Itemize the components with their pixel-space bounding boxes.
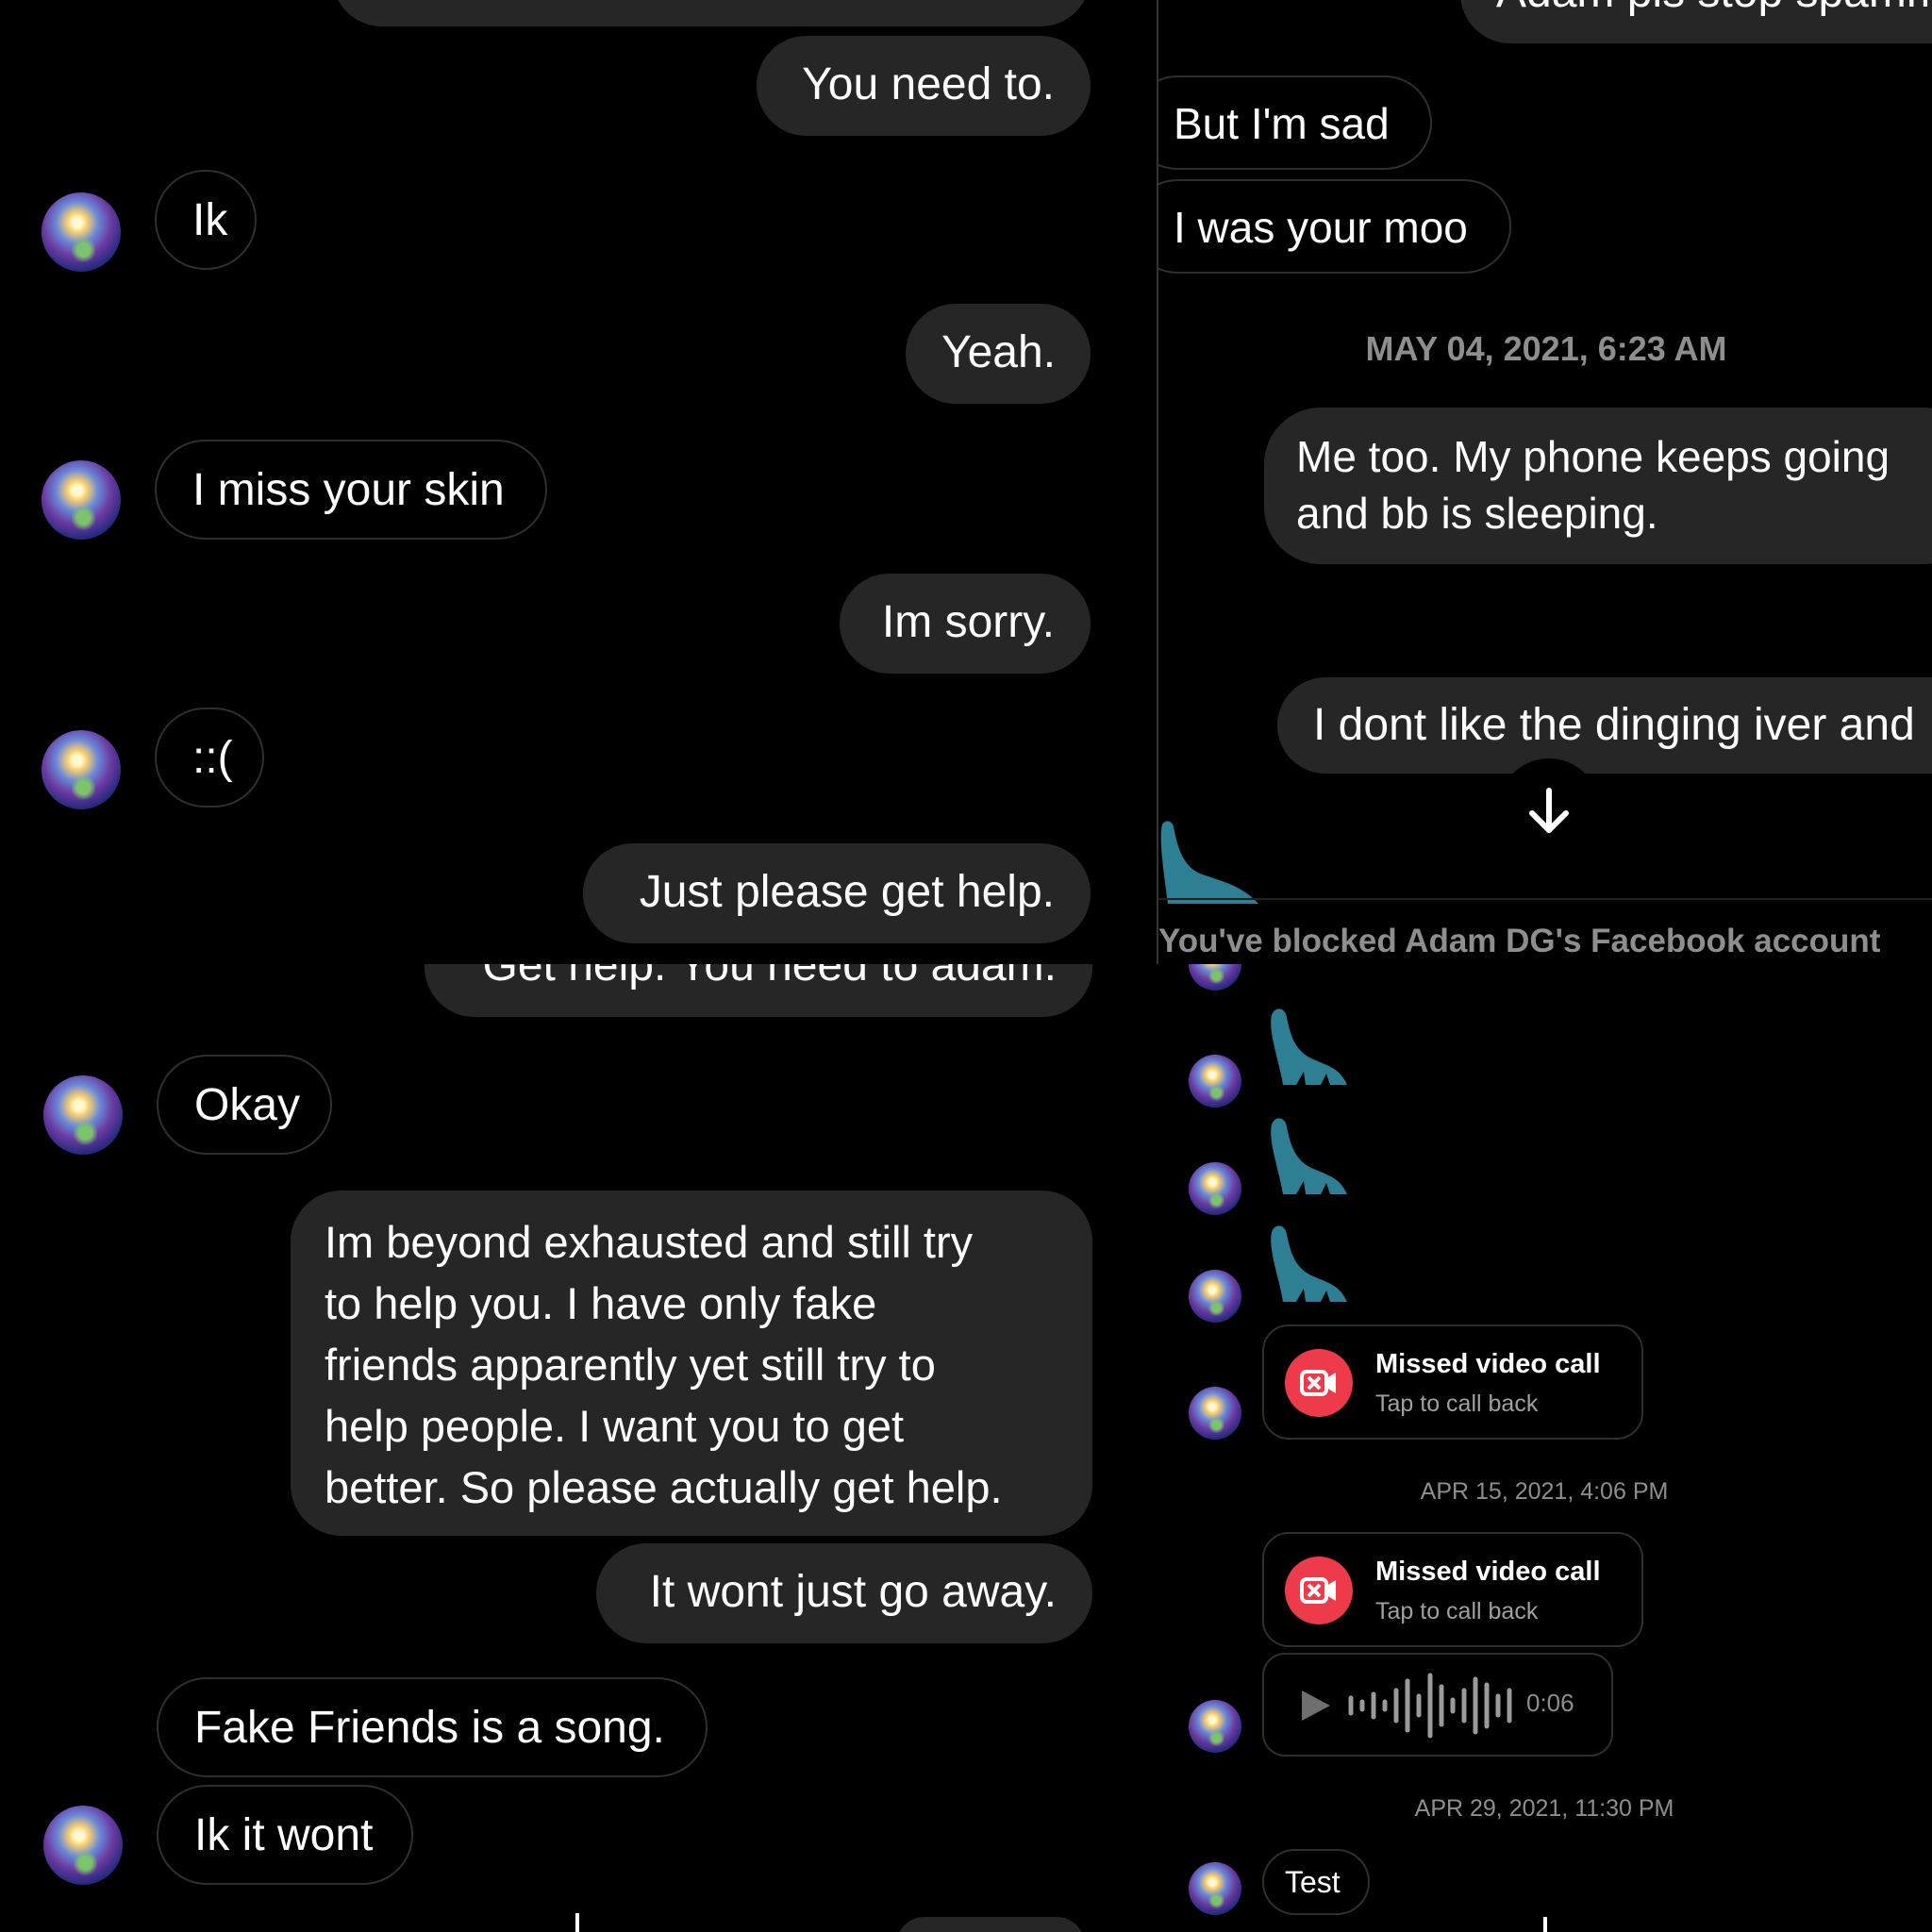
avatar[interactable] xyxy=(1189,1055,1241,1108)
call-title: Missed video call xyxy=(1375,1349,1601,1379)
timestamp: APR 15, 2021, 4:06 PM xyxy=(1420,1478,1669,1505)
play-icon[interactable] xyxy=(1300,1689,1332,1723)
sent-message[interactable]: Just please get help. xyxy=(583,843,1091,943)
dinosaur-sticker xyxy=(1271,1118,1347,1194)
avatar[interactable] xyxy=(43,1075,123,1155)
avatar[interactable] xyxy=(42,192,121,272)
message-line: Im beyond exhausted and still try xyxy=(325,1217,974,1267)
conversation-panel-top-left: You need to. Ik Yeah. I miss your skin I… xyxy=(0,0,1157,964)
arrow-down-icon xyxy=(1529,788,1569,833)
conversation-panel-bottom-right: Missed video call Tap to call back APR 1… xyxy=(1157,964,1932,1932)
panel-divider xyxy=(1158,898,1932,900)
missed-video-call-icon xyxy=(1285,1349,1353,1417)
received-message[interactable]: ::( xyxy=(155,708,264,808)
dinosaur-sticker xyxy=(1160,821,1258,904)
avatar[interactable] xyxy=(1189,1270,1241,1323)
avatar[interactable] xyxy=(1189,1700,1241,1753)
message-line: and bb is sleeping. xyxy=(1296,489,1658,538)
voice-message[interactable]: 0:06 xyxy=(1262,1653,1613,1757)
call-subtitle: Tap to call back xyxy=(1375,1598,1539,1624)
blocked-notice: You've blocked Adam DG's Facebook accoun… xyxy=(1158,923,1881,959)
sent-message-partial[interactable] xyxy=(332,0,1091,26)
sent-message-multiline[interactable]: Im beyond exhausted and still try to hel… xyxy=(291,1191,1092,1536)
partial-divider-bottom xyxy=(1543,1917,1547,1932)
message-line: Me too. My phone keeps going xyxy=(1296,432,1890,481)
waveform-icon xyxy=(1348,1673,1512,1739)
sent-message-partial[interactable]: I dont like the dinging iver and xyxy=(1277,677,1932,774)
sent-message[interactable]: It wont just go away. xyxy=(596,1543,1092,1643)
call-subtitle: Tap to call back xyxy=(1375,1391,1539,1417)
missed-video-call-card[interactable]: Missed video call Tap to call back xyxy=(1262,1532,1643,1647)
timestamp: APR 29, 2021, 11:30 PM xyxy=(1414,1795,1674,1822)
sent-message[interactable]: You need to. xyxy=(757,36,1091,136)
received-message[interactable]: I miss your skin xyxy=(155,440,547,540)
timestamp: MAY 04, 2021, 6:23 AM xyxy=(1365,329,1727,368)
sent-message-partial[interactable]: Get help. You need to adam. xyxy=(425,964,1092,1017)
missed-video-call-card[interactable]: Missed video call Tap to call back xyxy=(1262,1324,1643,1440)
dinosaur-sticker xyxy=(1271,1225,1347,1302)
message-line: to help you. I have only fake xyxy=(325,1278,877,1328)
avatar[interactable] xyxy=(42,460,121,540)
avatar[interactable] xyxy=(1189,1387,1241,1440)
partial-divider-bottom xyxy=(575,1913,579,1932)
message-line: help people. I want you to get xyxy=(325,1401,905,1451)
avatar[interactable] xyxy=(43,1806,123,1885)
avatar[interactable] xyxy=(42,730,121,809)
sent-message-multiline[interactable]: Me too. My phone keeps going and bb is s… xyxy=(1264,408,1932,564)
received-message[interactable]: Fake Friends is a song. xyxy=(157,1677,708,1777)
received-message[interactable]: I was your moo xyxy=(1158,179,1511,274)
partial-bubble-bottom xyxy=(896,1917,1085,1932)
missed-video-call-icon xyxy=(1285,1557,1353,1624)
received-message[interactable]: Okay xyxy=(157,1055,332,1155)
scroll-down-button[interactable] xyxy=(1498,758,1600,860)
received-message[interactable]: But I'm sad xyxy=(1158,75,1432,170)
sent-message[interactable]: Im sorry. xyxy=(840,574,1091,674)
sent-message-partial[interactable]: Adam pls stop spamm xyxy=(1460,0,1932,43)
message-line: friends apparently yet still try to xyxy=(325,1340,936,1390)
dinosaur-sticker xyxy=(1271,1008,1347,1085)
avatar[interactable] xyxy=(1189,964,1241,991)
avatar[interactable] xyxy=(1189,1862,1241,1915)
voice-duration: 0:06 xyxy=(1526,1689,1574,1717)
conversation-panel-bottom-left: Get help. You need to adam. Okay Im beyo… xyxy=(0,964,1157,1932)
avatar[interactable] xyxy=(1189,1162,1241,1215)
sent-message[interactable]: Yeah. xyxy=(906,304,1091,404)
call-title: Missed video call xyxy=(1375,1557,1601,1587)
conversation-panel-top-right: Adam pls stop spamm But I'm sad I was yo… xyxy=(1157,0,1932,964)
message-line: better. So please actually get help. xyxy=(325,1462,1003,1512)
received-message[interactable]: Ik xyxy=(155,170,257,270)
received-message[interactable]: Ik it wont xyxy=(157,1785,413,1885)
received-message[interactable]: Test xyxy=(1262,1849,1370,1915)
